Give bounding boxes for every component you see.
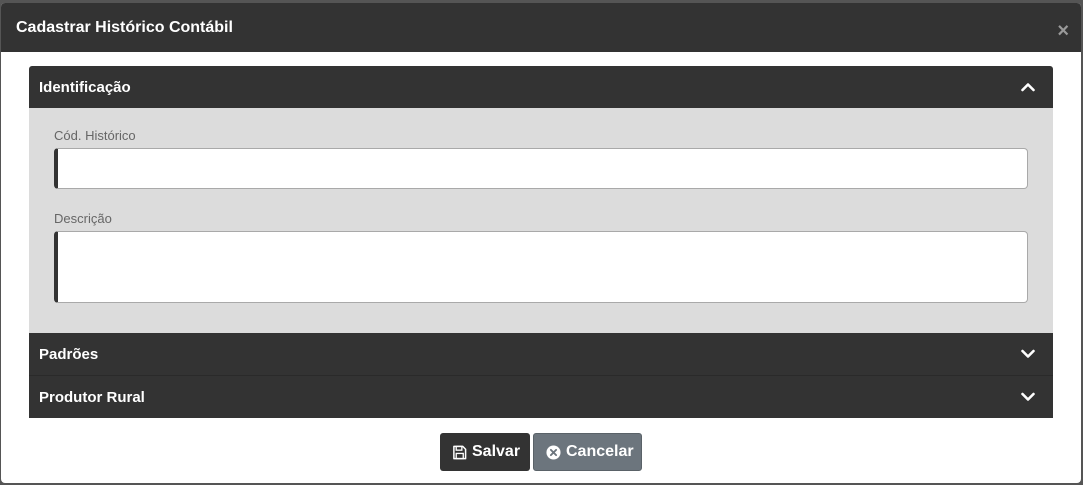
chevron-down-icon [1021,349,1035,359]
chevron-down-icon [1021,392,1035,402]
accordion-label-identificacao: Identificação [39,78,131,96]
accordion-header-produtor-rural[interactable]: Produtor Rural [29,375,1053,418]
close-button[interactable]: × [1057,21,1069,41]
descricao-textarea[interactable] [54,231,1028,303]
floppy-disk-icon [452,445,467,460]
save-button-label: Salvar [472,443,521,460]
modal-footer: Salvar Cancelar [1,433,1081,471]
accordion: Identificação Cód. Histórico Descrição P… [29,66,1053,418]
modal-title: Cadastrar Histórico Contábil [16,18,233,36]
accordion-label-produtor-rural: Produtor Rural [39,388,145,406]
cod-historico-label: Cód. Histórico [54,128,136,143]
field-group-descricao: Descrição [54,211,1028,303]
chevron-up-icon [1021,82,1035,92]
field-group-cod-historico: Cód. Histórico [54,128,1028,189]
cancel-button-label: Cancelar [566,443,634,460]
accordion-header-padroes[interactable]: Padrões [29,333,1053,375]
modal-header: Cadastrar Histórico Contábil × [1,3,1081,52]
accordion-header-identificacao[interactable]: Identificação [29,66,1053,108]
accordion-label-padroes: Padrões [39,345,99,363]
descricao-label: Descrição [54,211,112,226]
accordion-body-identificacao: Cód. Histórico Descrição [29,108,1053,333]
cod-historico-input[interactable] [54,148,1028,189]
modal-dialog: Cadastrar Histórico Contábil × Identific… [1,3,1081,483]
x-circle-icon [546,444,561,460]
save-button[interactable]: Salvar [440,433,530,471]
cancel-button[interactable]: Cancelar [533,433,642,471]
